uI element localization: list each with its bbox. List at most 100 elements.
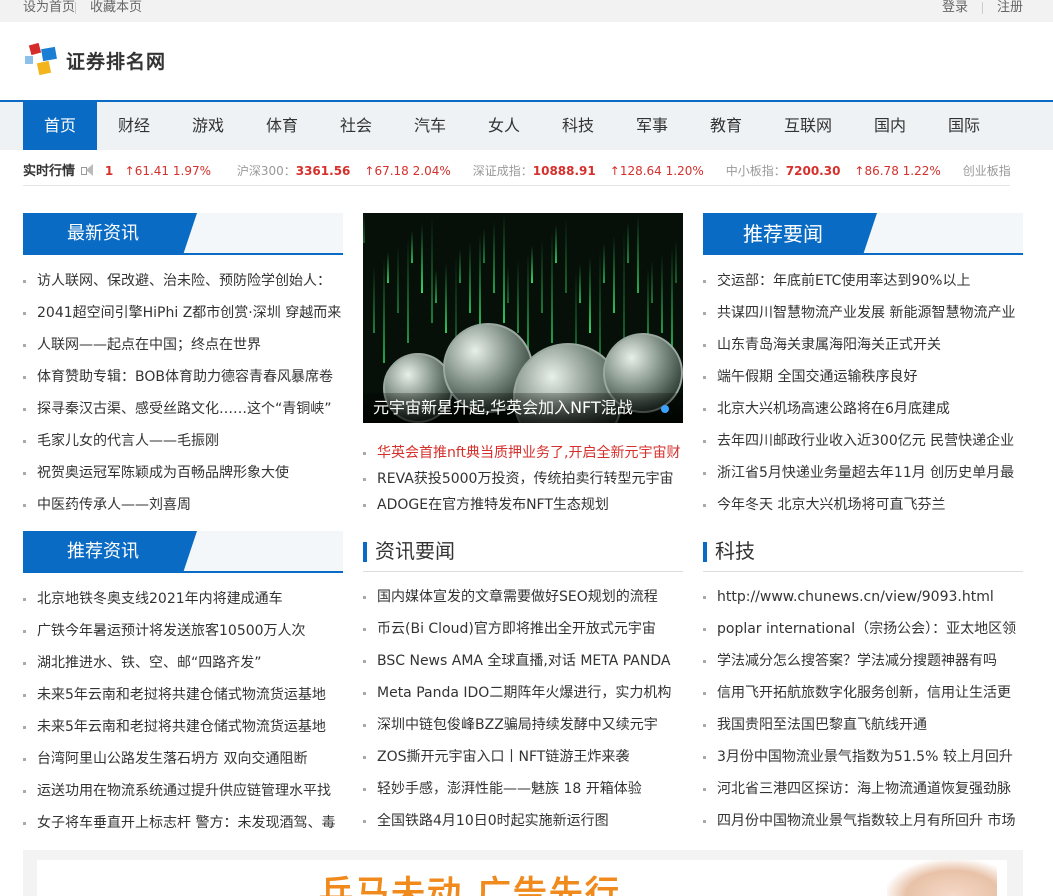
list-item[interactable]: 中医药传承人——刘喜周 — [23, 489, 343, 521]
logo-icon — [24, 42, 62, 78]
list-item[interactable]: 浙江省5月快递业务量超去年11月 创历史单月最 — [703, 457, 1023, 489]
ad-slogan: 兵马未动 广告先行 — [319, 874, 621, 896]
latest-news-header: 最新资讯 — [23, 213, 343, 255]
list-item[interactable]: 币云(Bi Cloud)官方即将推出全开放式元宇宙 — [363, 613, 683, 645]
nav-item[interactable]: 教育 — [689, 102, 763, 150]
nav-item[interactable]: 体育 — [245, 102, 319, 150]
list-item[interactable]: 运送功用在物流系统通过提升供应链管理水平找 — [23, 775, 343, 807]
list-item[interactable]: 四月份中国物流业景气指数较上月有所回升 市场 — [703, 805, 1023, 837]
list-item[interactable]: 毛家儿女的代言人——毛振刚 — [23, 425, 343, 457]
list-item[interactable]: REVA获投5000万投资，传统拍卖行转型元宇宙 — [363, 466, 683, 492]
list-item[interactable]: 学法减分怎么搜答案？学法减分搜题神器有吗 — [703, 645, 1023, 677]
logo-text: 证券排名网 — [66, 50, 167, 73]
index-value: 3361.56 — [295, 164, 351, 178]
list-item[interactable]: ZOS撕开元宇宙入口丨NFT链游王炸来袭 — [363, 741, 683, 773]
latest-news-title[interactable]: 最新资讯 — [23, 213, 197, 255]
list-item[interactable]: 今年冬天 北京大兴机场将可直飞芬兰 — [703, 489, 1023, 521]
set-home-link[interactable]: 设为首页 — [23, 0, 75, 16]
index-value: 7200.30 — [785, 164, 841, 178]
list-item[interactable]: poplar international（宗扬公会）：亚太地区领 — [703, 613, 1023, 645]
list-item[interactable]: 未来5年云南和老挝将共建仓储式物流货运基地 — [23, 679, 343, 711]
list-item[interactable]: 祝贺奥运冠军陈颖成为百畅品牌形象大使 — [23, 457, 343, 489]
list-item[interactable]: 北京地铁冬奥支线2021年内将建成通车 — [23, 583, 343, 615]
list-item[interactable]: 信用飞开拓航旅数字化服务创新，信用让生活更 — [703, 677, 1023, 709]
speaker-icon[interactable] — [81, 164, 97, 176]
list-item[interactable]: 河北省三港四区探访：海上物流通道恢复强劲脉 — [703, 773, 1023, 805]
list-item[interactable]: 深圳中链包俊峰BZZ骗局持续发酵中又续元宇 — [363, 709, 683, 741]
list-item[interactable]: ADOGE在官方推特发布NFT生态规划 — [363, 492, 683, 518]
nav-item[interactable]: 游戏 — [171, 102, 245, 150]
list-item[interactable]: 华英会首推nft典当质押业务了,开启全新元宇宙财 — [363, 440, 683, 466]
nav-item[interactable]: 国际 — [927, 102, 1001, 150]
register-link[interactable]: 注册 — [997, 0, 1023, 16]
list-item[interactable]: 台湾阿里山公路发生落石坍方 双向交通阻断 — [23, 743, 343, 775]
nav-item[interactable]: 社会 — [319, 102, 393, 150]
site-logo[interactable]: 证券排名网 — [24, 42, 166, 78]
hero-caption[interactable]: 元宇宙新星升起,华英会加入NFT混战 — [363, 393, 683, 423]
nav-item[interactable]: 女人 — [467, 102, 541, 150]
site-header: 证券排名网 — [0, 22, 1053, 102]
nav-item[interactable]: 科技 — [541, 102, 615, 150]
nav-item[interactable]: 国内 — [853, 102, 927, 150]
news-highlights-section: 资讯要闻 国内媒体宣发的文章需要做好SEO规划的流程 币云(Bi Cloud)官方… — [363, 530, 683, 837]
hero-slideshow[interactable]: 元宇宙新星升起,华英会加入NFT混战 — [363, 213, 683, 423]
list-item[interactable]: 湖北推进水、铁、空、邮“四路齐发” — [23, 647, 343, 679]
list-item[interactable]: 轻妙手感，澎湃性能——魅族 18 开箱体验 — [363, 773, 683, 805]
list-item[interactable]: 山东青岛海关隶属海阳海关正式开关 — [703, 329, 1023, 361]
list-item[interactable]: 我国贵阳至法国巴黎直飞航线开通 — [703, 709, 1023, 741]
list-item[interactable]: 3月份中国物流业景气指数为51.5% 较上月回升 — [703, 741, 1023, 773]
list-item[interactable]: 全国铁路4月10日0时起实施新运行图 — [363, 805, 683, 837]
main-nav: 首页 财经 游戏 体育 社会 汽车 女人 科技 军事 教育 互联网 国内 国际 — [0, 102, 1053, 150]
recommended-headlines-title[interactable]: 推荐要闻 — [703, 213, 877, 255]
news-highlights-title[interactable]: 资讯要闻 — [375, 530, 455, 572]
ad-banner[interactable]: 兵马未动 广告先行 — [23, 850, 1023, 896]
list-item[interactable]: BSC News AMA 全球直播,对话 META PANDA — [363, 645, 683, 677]
tech-title[interactable]: 科技 — [715, 530, 755, 572]
list-item[interactable]: 女子将车垂直开上标志杆 警方：未发现酒驾、毒 — [23, 807, 343, 839]
divider — [981, 2, 983, 14]
nav-item[interactable]: 首页 — [23, 102, 97, 150]
list-item[interactable]: 人联网——起点在中国；终点在世界 — [23, 329, 343, 361]
index-name: 沪深300： — [236, 164, 296, 178]
list-item[interactable]: 访人联网、保改避、治未险、预防险学创始人： — [23, 265, 343, 297]
index-name: 中小板指： — [725, 164, 786, 178]
list-item[interactable]: 广铁今年暑运预计将发送旅客10500万人次 — [23, 615, 343, 647]
list-item[interactable]: 端午假期 全国交通运输秩序良好 — [703, 361, 1023, 393]
bookmark-link[interactable]: 收藏本页 — [90, 0, 142, 16]
list-item[interactable]: http://www.chunews.cn/view/9093.html — [703, 581, 1023, 613]
latest-news-list: 访人联网、保改避、治未险、预防险学创始人： 2041超空间引擎HiPhi Z都市创… — [23, 265, 343, 521]
list-item[interactable]: 2041超空间引擎HiPhi Z都市创赏·深圳 穿越而来 — [23, 297, 343, 329]
index-change: ↑128.64 1.20% — [609, 164, 704, 178]
nav-item[interactable]: 军事 — [615, 102, 689, 150]
list-item[interactable]: 探寻秦汉古渠、感受丝路文化……这个“青铜峡” — [23, 393, 343, 425]
nav-item[interactable]: 互联网 — [763, 102, 853, 150]
list-item[interactable]: 未来5年云南和老挝将共建仓储式物流货运基地 — [23, 711, 343, 743]
news-highlights-header: 资讯要闻 — [363, 530, 683, 572]
list-item[interactable]: 北京大兴机场高速公路将在6月底建成 — [703, 393, 1023, 425]
list-item[interactable]: 体育赞助专辑：BOB体育助力德容青春风暴席卷 — [23, 361, 343, 393]
tech-list: http://www.chunews.cn/view/9093.html popl… — [703, 581, 1023, 837]
nav-item[interactable]: 汽车 — [393, 102, 467, 150]
ticker-first-value: 1 — [104, 164, 114, 178]
hero-news-list: 华英会首推nft典当质押业务了,开启全新元宇宙财 REVA获投5000万投资，传统… — [363, 440, 683, 518]
list-item[interactable]: 国内媒体宣发的文章需要做好SEO规划的流程 — [363, 581, 683, 613]
news-highlights-list: 国内媒体宣发的文章需要做好SEO规划的流程 币云(Bi Cloud)官方即将推出全… — [363, 581, 683, 837]
recommended-news-list: 北京地铁冬奥支线2021年内将建成通车 广铁今年暑运预计将发送旅客10500万人次… — [23, 583, 343, 839]
login-link[interactable]: 登录 — [942, 0, 968, 16]
ticker-item: 深证成指：10888.91 ↑128.64 1.20% — [473, 164, 704, 178]
list-item[interactable]: 交运部：年底前ETC使用率达到90%以上 — [703, 265, 1023, 297]
recommended-news-title[interactable]: 推荐资讯 — [23, 531, 197, 573]
ticker-label: 实时行情 — [23, 164, 76, 179]
nav-item[interactable]: 财经 — [97, 102, 171, 150]
list-item[interactable]: Meta Panda IDO二期阵年火爆进行，实力机构 — [363, 677, 683, 709]
index-name: 创业板指： — [962, 164, 1010, 178]
list-item[interactable]: 共谋四川智慧物流产业发展 新能源智慧物流产业 — [703, 297, 1023, 329]
top-utility-bar: 设为首页 收藏本页 登录 注册 — [0, 0, 1053, 22]
ticker-first-change: ↑61.41 1.97% — [124, 164, 211, 178]
nav-list: 首页 财经 游戏 体育 社会 汽车 女人 科技 军事 教育 互联网 国内 国际 — [23, 102, 1001, 150]
index-value: 10888.91 — [532, 164, 596, 178]
divider — [75, 2, 77, 14]
list-item[interactable]: 去年四川邮政行业收入近300亿元 民营快递企业 — [703, 425, 1023, 457]
latest-news-section: 最新资讯 访人联网、保改避、治未险、预防险学创始人： 2041超空间引擎HiPhi… — [23, 213, 343, 521]
slide-indicator-dot[interactable] — [661, 405, 669, 413]
